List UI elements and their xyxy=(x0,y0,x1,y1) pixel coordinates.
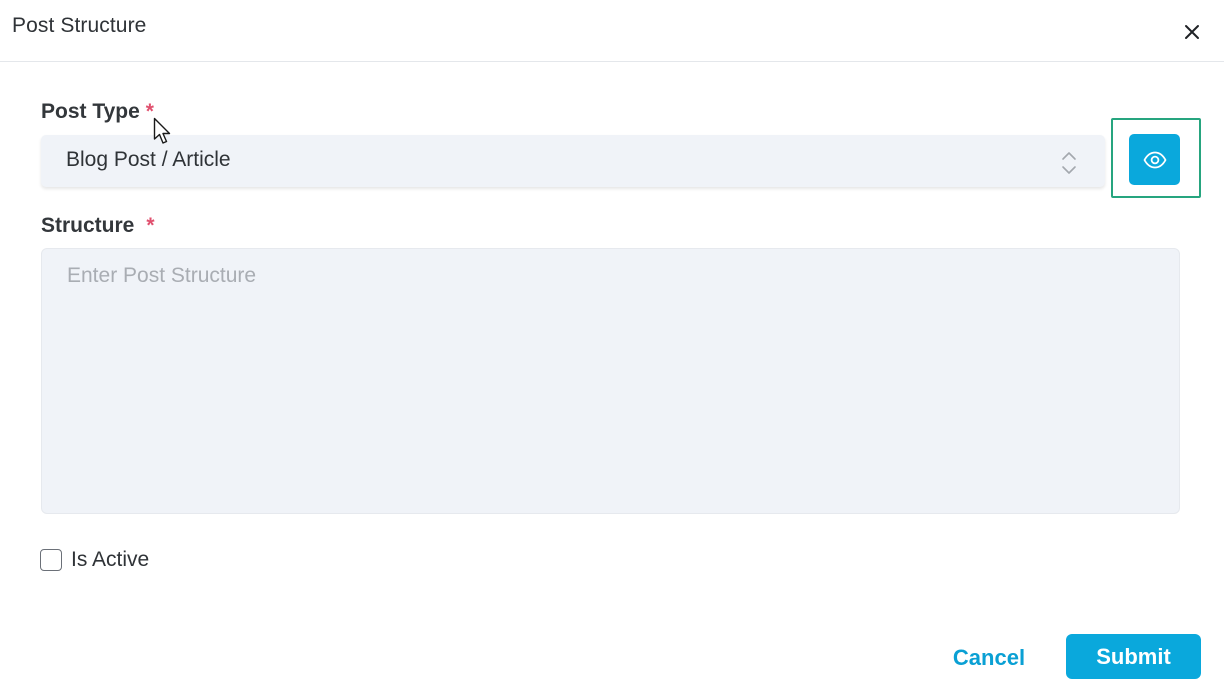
cancel-button[interactable]: Cancel xyxy=(940,640,1038,676)
required-asterisk: * xyxy=(145,100,154,123)
structure-placeholder: Enter Post Structure xyxy=(67,264,257,287)
eye-icon xyxy=(1143,151,1166,168)
close-button[interactable] xyxy=(1178,18,1206,46)
post-type-selected-value: Blog Post / Article xyxy=(66,148,231,171)
is-active-checkbox[interactable] xyxy=(40,549,62,571)
post-type-label: Post Type * xyxy=(41,100,154,123)
dialog-header: Post Structure xyxy=(0,0,1224,62)
is-active-toggle[interactable]: Is Active xyxy=(40,546,149,574)
submit-button[interactable]: Submit xyxy=(1066,634,1201,679)
post-type-select[interactable]: Blog Post / Article xyxy=(41,135,1105,187)
close-icon xyxy=(1185,25,1199,39)
structure-label: Structure * xyxy=(41,214,155,237)
required-asterisk: * xyxy=(146,214,155,237)
preview-button[interactable] xyxy=(1129,134,1180,185)
structure-textarea[interactable]: Enter Post Structure xyxy=(41,248,1180,514)
chevron-up-down-icon xyxy=(1062,152,1076,174)
is-active-label: Is Active xyxy=(71,548,150,571)
dialog-title: Post Structure xyxy=(12,14,147,37)
